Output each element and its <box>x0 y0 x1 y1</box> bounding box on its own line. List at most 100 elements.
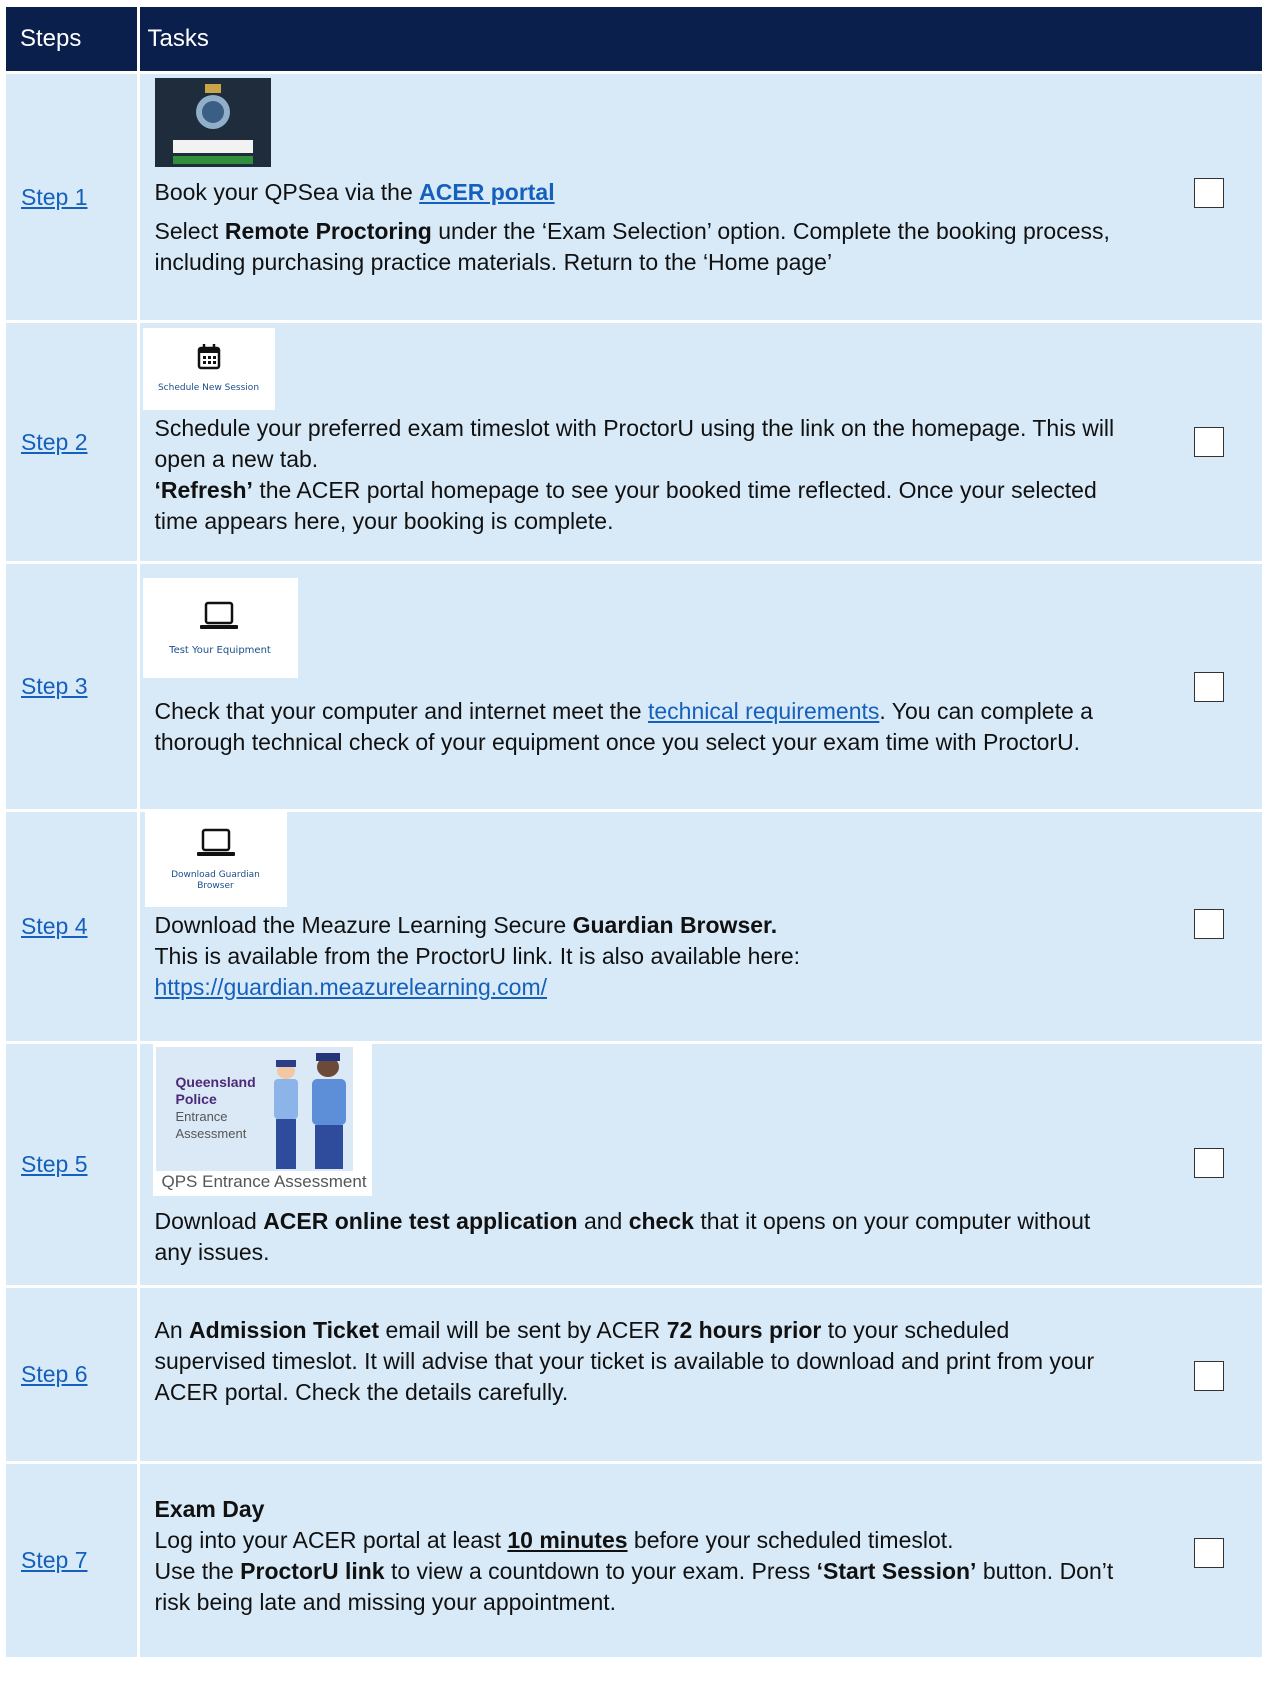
task-paragraph: ‘Refresh’ the ACER portal homepage to se… <box>155 475 1115 537</box>
step-6-link[interactable]: Step 6 <box>21 1361 88 1387</box>
task-paragraph: Check that your computer and internet me… <box>155 696 1115 758</box>
task-text-run: ProctorU link <box>240 1558 385 1584</box>
step-cell: Step 2 <box>6 320 140 563</box>
task-paragraph: This is available from the ProctorU link… <box>155 941 1115 1003</box>
task-text-run: 72 hours prior <box>666 1317 822 1343</box>
task-text: Schedule your preferred exam timeslot wi… <box>155 413 1115 537</box>
guardian-caption: Download Guardian Browser <box>171 870 260 891</box>
task-text-run: before your scheduled timeslot. <box>627 1527 954 1553</box>
police-officers-illustration <box>273 1053 346 1169</box>
task-text-run: the ACER portal homepage to see your boo… <box>154 477 1097 534</box>
task-text-run: ‘Start Session’ <box>816 1558 977 1584</box>
task-text-run: ACER online test application <box>263 1208 578 1234</box>
laptop-icon <box>199 601 238 629</box>
task-text-run: Exam Day <box>154 1496 265 1522</box>
task-paragraph: An Admission Ticket email will be sent b… <box>155 1315 1115 1408</box>
schedule-caption: Schedule New Session <box>157 383 260 393</box>
table-row: Step 2 Schedule New Session Schedule you… <box>6 320 1262 563</box>
step-cell: Step 3 <box>6 561 140 811</box>
task-text: An Admission Ticket email will be sent b… <box>155 1315 1115 1408</box>
task-paragraph: Use the ProctorU link to view a countdow… <box>155 1556 1115 1618</box>
step-cell: Step 1 <box>6 71 140 322</box>
task-paragraph: Select Remote Proctoring under the ‘Exam… <box>155 216 1115 278</box>
table-row: Step 1 Book your QPSea via the ACER port… <box>6 71 1262 322</box>
task-paragraph: Schedule your preferred exam timeslot wi… <box>155 413 1115 475</box>
step-cell: Step 6 <box>6 1285 140 1463</box>
test-equipment-thumbnail: Test Your Equipment <box>142 578 298 678</box>
task-cell: An Admission Ticket email will be sent b… <box>138 1285 1262 1463</box>
task-cell: Test Your Equipment Check that your comp… <box>138 561 1262 811</box>
qps-portal-thumbnail <box>154 78 271 167</box>
step-6-checkbox[interactable] <box>1194 1361 1224 1391</box>
task-text-run: and <box>577 1208 629 1234</box>
task-paragraph: Exam Day <box>155 1494 1115 1525</box>
task-cell: Schedule New Session Schedule your prefe… <box>138 320 1262 563</box>
task-cell: Download Guardian Browser Download the M… <box>138 809 1262 1043</box>
qps-poster-thumbnail: Queensland Police Entrance Assessment QP… <box>152 1044 372 1196</box>
task-text-run: Remote Proctoring <box>224 218 432 244</box>
step-1-checkbox[interactable] <box>1194 178 1224 208</box>
task-paragraph: Download the Meazure Learning Secure Gua… <box>155 910 1115 941</box>
task-text-run: Guardian Browser. <box>572 912 778 938</box>
task-text-run: check <box>628 1208 694 1234</box>
task-text-run: 10 minutes <box>507 1527 628 1553</box>
step-7-link[interactable]: Step 7 <box>21 1547 88 1573</box>
task-text-run: email will be sent by ACER <box>379 1317 667 1343</box>
qps-badge-icon <box>154 78 271 167</box>
task-link[interactable]: ACER portal <box>419 179 554 205</box>
task-text-run: Select <box>154 218 225 244</box>
task-text-run: An <box>154 1317 190 1343</box>
task-text: Book your QPSea via the ACER portal Selec… <box>155 177 1115 278</box>
task-cell: Queensland Police Entrance Assessment QP… <box>138 1041 1262 1287</box>
task-text: Exam Day Log into your ACER portal at lea… <box>155 1494 1115 1618</box>
header-tasks: Tasks <box>138 7 1262 73</box>
step-cell: Step 5 <box>6 1041 140 1287</box>
step-2-link[interactable]: Step 2 <box>21 429 88 455</box>
step-cell: Step 7 <box>6 1461 140 1657</box>
task-text: Download the Meazure Learning Secure Gua… <box>155 910 1115 1003</box>
task-text-run: Schedule your preferred exam timeslot wi… <box>154 415 1115 472</box>
task-text-run: Admission Ticket <box>189 1317 380 1343</box>
task-paragraph: Book your QPSea via the ACER portal <box>155 177 1115 208</box>
step-4-link[interactable]: Step 4 <box>21 913 88 939</box>
task-text-run: This is available from the ProctorU link… <box>154 943 801 969</box>
schedule-session-thumbnail: Schedule New Session <box>142 328 275 410</box>
task-text-run: Check that your computer and internet me… <box>154 698 648 724</box>
task-text-run: Book your QPSea via the <box>154 179 420 205</box>
task-paragraph: Log into your ACER portal at least 10 mi… <box>155 1525 1115 1556</box>
step-cell: Step 4 <box>6 809 140 1043</box>
laptop-icon <box>196 828 235 856</box>
poster-caption: QPS Entrance Assessment <box>161 1172 367 1191</box>
task-text-run: Use the <box>154 1558 241 1584</box>
task-text-run: Log into your ACER portal at least <box>154 1527 508 1553</box>
task-text-run: Download <box>154 1208 264 1234</box>
step-3-checkbox[interactable] <box>1194 672 1224 702</box>
task-text: Download ACER online test application an… <box>155 1206 1115 1268</box>
test-equipment-caption: Test Your Equipment <box>169 645 271 656</box>
calendar-icon <box>197 344 220 370</box>
step-1-link[interactable]: Step 1 <box>21 184 88 210</box>
table-row: Step 6 An Admission Ticket email will be… <box>6 1285 1262 1463</box>
task-text-run: to view a countdown to your exam. Press <box>384 1558 817 1584</box>
guardian-browser-thumbnail: Download Guardian Browser <box>144 812 287 907</box>
step-4-checkbox[interactable] <box>1194 909 1224 939</box>
steps-table: Steps Tasks Step 1 Book your QPSea via t… <box>6 7 1262 1657</box>
table-row: Step 5 Queensland Police Entrance Assess… <box>6 1041 1262 1287</box>
table-row: Step 7 Exam Day Log into your ACER portal… <box>6 1461 1262 1657</box>
step-5-link[interactable]: Step 5 <box>21 1151 88 1177</box>
task-link[interactable]: technical requirements <box>648 698 879 724</box>
header-row: Steps Tasks <box>6 7 1262 73</box>
step-2-checkbox[interactable] <box>1194 427 1224 457</box>
task-text-run: Download the Meazure Learning Secure <box>154 912 573 938</box>
task-paragraph: Download ACER online test application an… <box>155 1206 1115 1268</box>
step-5-checkbox[interactable] <box>1194 1148 1224 1178</box>
step-3-link[interactable]: Step 3 <box>21 673 88 699</box>
table-row: Step 4 Download Guardian Browser Downloa… <box>6 809 1262 1043</box>
task-link[interactable]: https://guardian.meazurelearning.com/ <box>155 974 548 1000</box>
task-cell: Book your QPSea via the ACER portal Selec… <box>138 71 1262 322</box>
task-text-run: ‘Refresh’ <box>154 477 253 503</box>
task-text: Check that your computer and internet me… <box>155 696 1115 758</box>
step-7-checkbox[interactable] <box>1194 1538 1224 1568</box>
header-steps: Steps <box>6 7 140 73</box>
task-cell: Exam Day Log into your ACER portal at lea… <box>138 1461 1262 1657</box>
